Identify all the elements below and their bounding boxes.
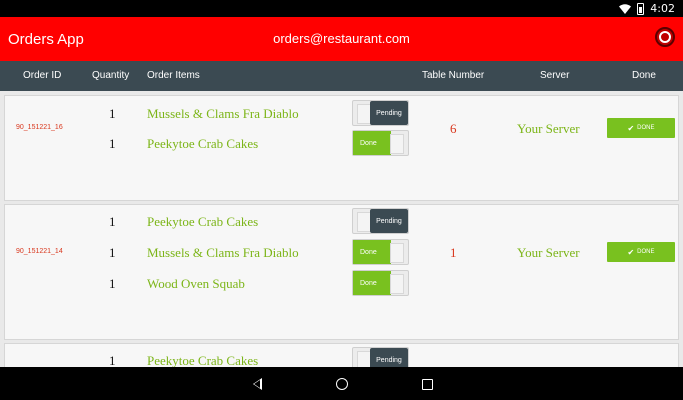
server-name: Your Server bbox=[517, 121, 580, 136]
status-label: Done bbox=[353, 271, 391, 295]
record-icon[interactable] bbox=[655, 27, 675, 47]
item-status-toggle[interactable]: Done bbox=[352, 130, 409, 156]
status-icons: 4:02 bbox=[619, 2, 675, 15]
item-name: Wood Oven Squab bbox=[147, 276, 245, 291]
header-done: Done bbox=[632, 70, 656, 81]
item-quantity: 1 bbox=[109, 276, 116, 291]
account-email: orders@restaurant.com bbox=[273, 31, 410, 46]
item-name: Peekytoe Crab Cakes bbox=[147, 136, 259, 151]
order-card: 90_151221_16 1 Mussels & Clams Fra Diabl… bbox=[4, 95, 679, 201]
item-name: Peekytoe Crab Cakes bbox=[147, 353, 259, 367]
header-order-id: Order ID bbox=[23, 70, 62, 81]
done-button-label: DONE bbox=[637, 249, 655, 255]
item-name: Mussels & Clams Fra Diablo bbox=[147, 106, 299, 121]
table-number: 1 bbox=[450, 245, 457, 260]
battery-icon bbox=[637, 2, 645, 15]
table-number: 6 bbox=[450, 121, 457, 136]
done-button-label: DONE bbox=[637, 125, 655, 131]
status-label: Pending bbox=[370, 101, 408, 125]
server-name: Your Server bbox=[517, 245, 580, 260]
orders-list[interactable]: 90_151221_16 1 Mussels & Clams Fra Diabl… bbox=[0, 91, 683, 367]
item-quantity: 1 bbox=[109, 245, 116, 260]
back-icon[interactable] bbox=[248, 375, 266, 393]
status-time: 4:02 bbox=[650, 2, 675, 15]
app-bar: Orders App orders@restaurant.com bbox=[0, 17, 683, 61]
header-order-items: Order Items bbox=[147, 70, 200, 81]
navigation-bar bbox=[0, 367, 683, 400]
check-icon: ✔ bbox=[627, 123, 635, 133]
order-id: 90_151221_14 bbox=[16, 248, 63, 255]
done-button[interactable]: ✔ DONE bbox=[607, 118, 675, 138]
status-label: Done bbox=[353, 240, 391, 264]
column-header: Order ID Quantity Order Items Table Numb… bbox=[0, 61, 683, 91]
header-table-number: Table Number bbox=[422, 70, 485, 81]
item-name: Peekytoe Crab Cakes bbox=[147, 214, 259, 229]
item-name: Mussels & Clams Fra Diablo bbox=[147, 245, 299, 260]
header-server: Server bbox=[540, 70, 570, 81]
header-quantity: Quantity bbox=[92, 70, 130, 81]
order-id: 90_151221_16 bbox=[16, 124, 63, 131]
item-quantity: 1 bbox=[109, 214, 116, 229]
home-icon[interactable] bbox=[333, 375, 351, 393]
order-card: 1 Peekytoe Crab Cakes Pending bbox=[4, 343, 679, 367]
item-status-toggle[interactable]: Pending bbox=[352, 208, 409, 234]
item-quantity: 1 bbox=[109, 353, 116, 367]
status-label: Done bbox=[353, 131, 391, 155]
item-status-toggle[interactable]: Pending bbox=[352, 100, 409, 126]
wifi-icon bbox=[619, 3, 632, 14]
item-status-toggle[interactable]: Done bbox=[352, 239, 409, 265]
status-label: Pending bbox=[370, 348, 408, 367]
done-button[interactable]: ✔ DONE bbox=[607, 242, 675, 262]
status-bar: 4:02 bbox=[0, 0, 683, 17]
item-quantity: 1 bbox=[109, 136, 116, 151]
item-status-toggle[interactable]: Pending bbox=[352, 347, 409, 367]
order-card: 90_151221_14 1 Peekytoe Crab Cakes Pendi… bbox=[4, 204, 679, 340]
status-label: Pending bbox=[370, 209, 408, 233]
check-icon: ✔ bbox=[627, 247, 635, 257]
recents-icon[interactable] bbox=[418, 375, 436, 393]
item-status-toggle[interactable]: Done bbox=[352, 270, 409, 296]
item-quantity: 1 bbox=[109, 106, 116, 121]
